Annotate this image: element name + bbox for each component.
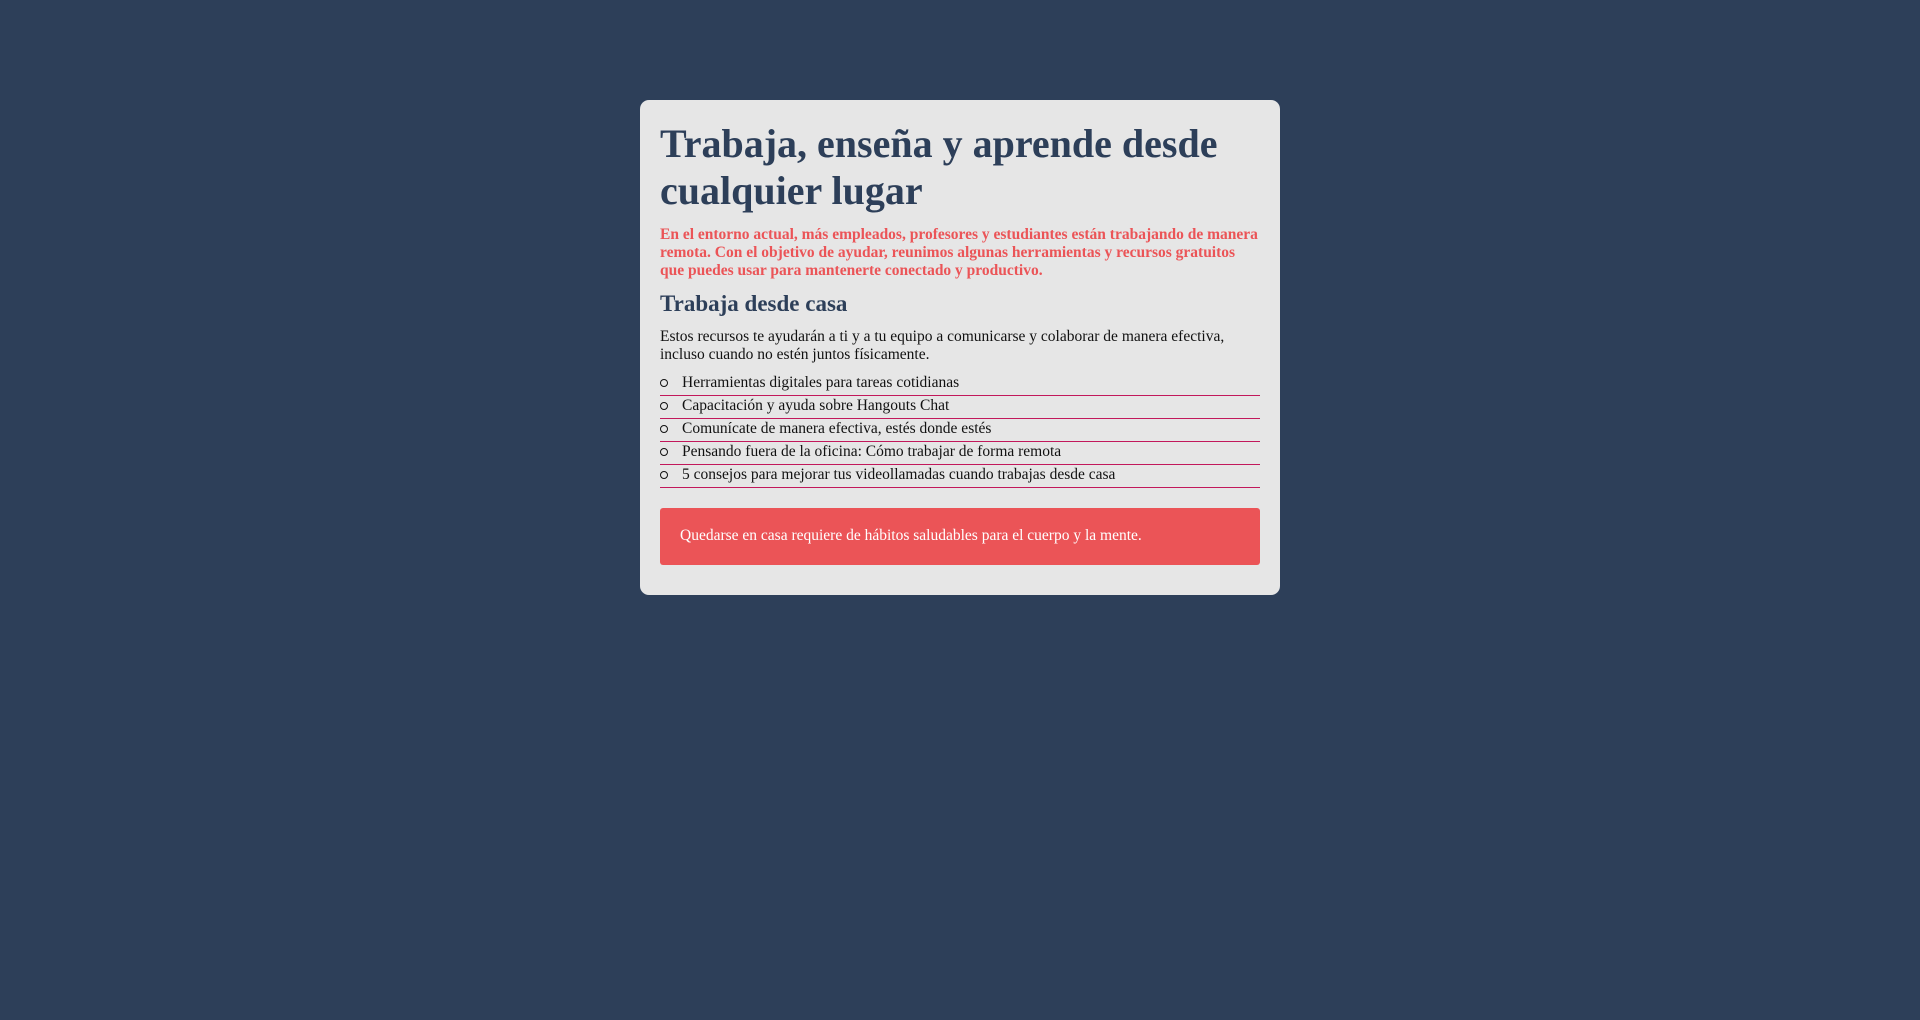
resource-link-remote-work[interactable]: Pensando fuera de la oficina: Cómo traba… — [660, 443, 1260, 465]
notice-banner: Quedarse en casa requiere de hábitos sal… — [660, 508, 1260, 565]
section-description: Estos recursos te ayudarán a ti y a tu e… — [660, 328, 1225, 363]
resource-link-label: Herramientas digitales para tareas cotid… — [682, 374, 960, 391]
resource-link-label: Comunícate de manera efectiva, estés don… — [682, 420, 992, 437]
resource-list: Herramientas digitales para tareas cotid… — [660, 374, 1260, 488]
circle-bullet-icon — [660, 425, 668, 433]
notice-text: Quedarse en casa requiere de hábitos sal… — [680, 527, 1142, 544]
content-card: Trabaja, enseña y aprende desde cualquie… — [640, 100, 1280, 595]
circle-bullet-icon — [660, 402, 668, 410]
resource-link-communicate[interactable]: Comunícate de manera efectiva, estés don… — [660, 420, 1260, 442]
resource-link-videocall-tips[interactable]: 5 consejos para mejorar tus videollamada… — [660, 466, 1260, 488]
section-title: Trabaja desde casa — [660, 291, 848, 316]
resource-link-digital-tools[interactable]: Herramientas digitales para tareas cotid… — [660, 374, 1260, 396]
circle-bullet-icon — [660, 448, 668, 456]
resource-link-label: 5 consejos para mejorar tus videollamada… — [682, 466, 1116, 483]
resource-link-hangouts-chat[interactable]: Capacitación y ayuda sobre Hangouts Chat — [660, 397, 1260, 419]
page-title: Trabaja, enseña y aprende desde cualquie… — [660, 121, 1218, 213]
resource-link-label: Pensando fuera de la oficina: Cómo traba… — [682, 443, 1062, 460]
lead-paragraph: En el entorno actual, más empleados, pro… — [660, 226, 1258, 279]
circle-bullet-icon — [660, 379, 668, 387]
resource-link-label: Capacitación y ayuda sobre Hangouts Chat — [682, 397, 950, 414]
circle-bullet-icon — [660, 471, 668, 479]
